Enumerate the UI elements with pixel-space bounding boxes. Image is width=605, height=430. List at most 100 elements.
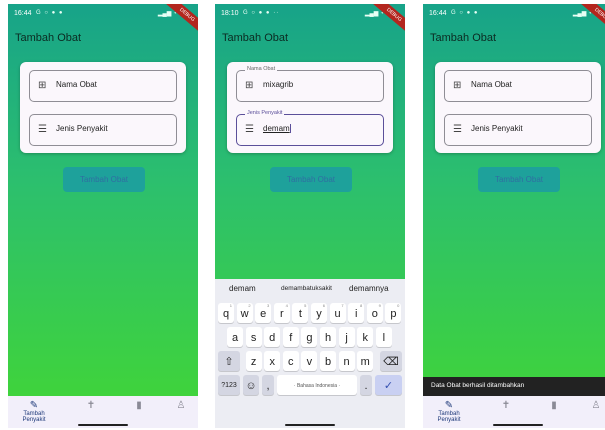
save-button[interactable]: Tambah Obat [270, 167, 352, 192]
suggestion-item[interactable]: demam [229, 284, 256, 293]
snackbar-message: Data Obat berhasil ditambahkan [431, 382, 525, 389]
page-title: Tambah Obat [430, 32, 497, 44]
form-card: ⊞ Nama Obat ☰ Jenis Penyakit [20, 62, 186, 153]
key[interactable]: j [338, 327, 355, 347]
nav-item-person[interactable]: ✝ [84, 400, 98, 411]
key[interactable]: s [245, 327, 262, 347]
period-key[interactable]: . [360, 375, 372, 395]
jenis-penyakit-field[interactable]: Jenis Penyakit ☰ demam [236, 110, 384, 146]
jenis-penyakit-field[interactable]: ☰ Jenis Penyakit [29, 114, 177, 146]
nav-item-person[interactable]: ✝ [499, 400, 513, 411]
jenis-penyakit-placeholder: Jenis Penyakit [56, 124, 108, 133]
key[interactable]: v [301, 351, 318, 371]
jenis-penyakit-label: Jenis Penyakit [245, 110, 285, 116]
jenis-penyakit-field[interactable]: ☰ Jenis Penyakit [444, 114, 592, 146]
status-bar: 16:44 G ○ ● ● ▂▄▆ ◔ ▭ DEBUG [423, 4, 605, 34]
suggestion-strip: demam demambatuksakit demamnya [215, 279, 405, 297]
snackbar: Data Obat berhasil ditambahkan [423, 377, 605, 396]
nav-item-tambah-penyakit[interactable]: ✎ Tambah Penyakit [14, 400, 54, 423]
key[interactable]: 3e [255, 303, 272, 323]
key[interactable]: 5t [292, 303, 309, 323]
key-row-3: ⇧ z x c v b n m ⌫ [215, 351, 405, 373]
backspace-key[interactable]: ⌫ [380, 351, 402, 371]
key[interactable]: c [282, 351, 299, 371]
key[interactable]: 7u [329, 303, 346, 323]
screen-success: 16:44 G ○ ● ● ▂▄▆ ◔ ▭ DEBUG Tambah Obat … [423, 4, 605, 428]
key[interactable]: b [320, 351, 336, 371]
key[interactable]: 4r [273, 303, 290, 323]
status-time: 16:44 [14, 10, 32, 17]
person-icon: ✝ [86, 400, 96, 411]
nama-obat-field[interactable]: Nama Obat ⊞ mixagrib [236, 66, 384, 102]
home-indicator[interactable] [493, 424, 543, 426]
nav-item-account[interactable]: ♙ [589, 400, 603, 411]
key[interactable]: k [357, 327, 374, 347]
account-icon: ♙ [591, 400, 601, 411]
note-add-icon: ☰ [453, 124, 462, 135]
nama-obat-field[interactable]: ⊞ Nama Obat [29, 70, 177, 102]
nav-item-tambah-penyakit[interactable]: ✎ Tambah Penyakit [429, 400, 469, 423]
key[interactable]: d [264, 327, 281, 347]
comma-key[interactable]: , [262, 375, 274, 395]
key[interactable]: a [227, 327, 243, 347]
jenis-penyakit-value: demam [263, 124, 290, 133]
status-time: 18:10 [221, 10, 239, 17]
key[interactable]: m [357, 351, 374, 371]
nama-obat-placeholder: Nama Obat [56, 80, 97, 89]
jenis-penyakit-input-wrap: demam [263, 124, 291, 134]
nav-item-bookmark[interactable]: ▮ [132, 400, 146, 411]
nama-obat-field[interactable]: ⊞ Nama Obat [444, 70, 592, 102]
key[interactable]: 2w [236, 303, 253, 323]
nav-item-account[interactable]: ♙ [174, 400, 188, 411]
enter-key[interactable]: ✓ [375, 375, 402, 395]
form-card: ⊞ Nama Obat ☰ Jenis Penyakit [435, 62, 601, 153]
key-row-2: a s d f g h j k l [215, 327, 405, 349]
key[interactable]: l [375, 327, 392, 347]
shift-key[interactable]: ⇧ [218, 351, 240, 371]
pill-add-icon: ⊞ [453, 80, 462, 91]
key[interactable]: f [282, 327, 299, 347]
save-button[interactable]: Tambah Obat [63, 167, 145, 192]
notification-icons: G ○ ● ● ·· [243, 10, 280, 16]
key[interactable]: 6y [311, 303, 327, 323]
status-bar: 16:44 G ○ ● ● ▂▄▆ ◔ ▭ DEBUG [8, 4, 198, 34]
screen-empty-form: 16:44 G ○ ● ● ▂▄▆ ◔ ▭ DEBUG Tambah Obat … [8, 4, 198, 428]
nama-obat-label: Nama Obat [245, 66, 278, 72]
key[interactable]: 0p [385, 303, 402, 323]
soft-keyboard: demam demambatuksakit demamnya 1q 2w 3e … [215, 279, 405, 428]
pill-add-icon: ⊞ [38, 80, 47, 91]
note-add-icon: ☰ [38, 124, 47, 135]
pill-add-icon: ⊞ [245, 80, 254, 91]
key[interactable]: z [245, 351, 262, 371]
key-row-4: ?123 ☺ , · Bahasa Indonesia · . ✓ [215, 375, 405, 397]
suggestion-item[interactable]: demamnya [349, 284, 389, 293]
notification-icons: G ○ ● ● [36, 10, 64, 16]
suggestion-item[interactable]: demambatuksakit [281, 285, 332, 292]
key[interactable]: 8i [348, 303, 365, 323]
space-key[interactable]: · Bahasa Indonesia · [277, 375, 357, 395]
save-button[interactable]: Tambah Obat [478, 167, 560, 192]
home-indicator[interactable] [78, 424, 128, 426]
emoji-key[interactable]: ☺ [243, 375, 259, 395]
screen-typing-form: 18:10 G ○ ● ● ·· ▂▄▆ ◔ ▭ DEBUG Tambah Ob… [215, 4, 405, 428]
page-title: Tambah Obat [15, 32, 82, 44]
key[interactable]: x [264, 351, 281, 371]
key[interactable]: n [338, 351, 355, 371]
nav-item-bookmark[interactable]: ▮ [547, 400, 561, 411]
home-indicator[interactable] [285, 424, 335, 426]
notification-icons: G ○ ● ● [451, 10, 479, 16]
numbers-key[interactable]: ?123 [218, 375, 240, 395]
form-card: Nama Obat ⊞ mixagrib Jenis Penyakit ☰ de… [227, 62, 393, 153]
person-icon: ✝ [501, 400, 511, 411]
key[interactable]: g [301, 327, 318, 347]
note-add-icon: ✎ [444, 400, 454, 411]
nama-obat-value: mixagrib [263, 80, 294, 89]
key[interactable]: 9o [366, 303, 383, 323]
note-add-icon: ✎ [29, 400, 39, 411]
key[interactable]: h [320, 327, 336, 347]
nama-obat-placeholder: Nama Obat [471, 80, 512, 89]
bookmark-icon: ▮ [551, 400, 557, 411]
key[interactable]: 1q [218, 303, 234, 323]
bookmark-icon: ▮ [136, 400, 142, 411]
nav-label: Tambah Penyakit [437, 411, 461, 423]
